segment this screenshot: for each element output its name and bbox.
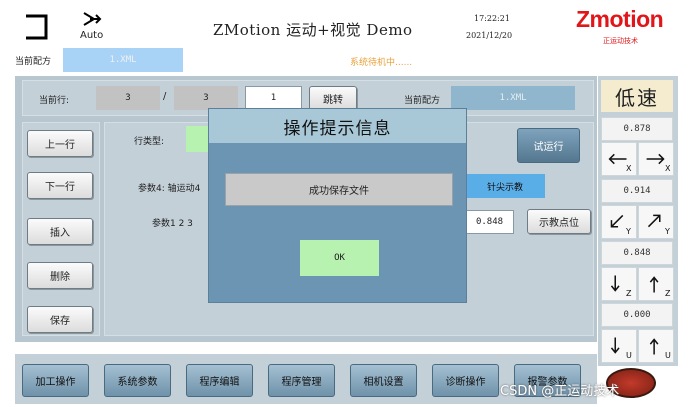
nav-diagnostics[interactable]: 诊断操作: [432, 364, 499, 397]
delete-line-button[interactable]: 删除: [27, 262, 93, 289]
jog-axis-label: Z: [626, 289, 632, 298]
program-recipe-label: 当前配方: [404, 96, 441, 106]
recipe-status-label: 当前配方: [15, 57, 52, 67]
jog-axis-label: U: [626, 351, 632, 360]
next-line-button[interactable]: 下一行: [27, 172, 93, 199]
x-position-value: 0.878: [601, 117, 673, 141]
y-position-value: 0.914: [601, 179, 673, 203]
z-position-value: 0.848: [601, 241, 673, 265]
recipe-status-field: 1.XML: [63, 48, 183, 72]
clock-time: 17:22:21: [474, 14, 510, 23]
jog-axis-label: Y: [626, 227, 631, 236]
header: Auto ZMotion 运动+视觉 Demo 17:22:21 2021/12…: [0, 0, 688, 46]
nav-program-edit[interactable]: 程序编辑: [186, 364, 253, 397]
dialog-title-bar: 操作提示信息: [209, 109, 466, 143]
total-lines-value: 3: [174, 86, 238, 110]
prev-line-button[interactable]: 上一行: [27, 130, 93, 157]
nav-camera-settings[interactable]: 相机设置: [350, 364, 417, 397]
nav-system-params[interactable]: 系统参数: [104, 364, 171, 397]
current-line-value: 3: [96, 86, 160, 110]
jog-z-plus-button[interactable]: Z: [638, 267, 674, 301]
jog-axis-label: Y: [665, 227, 670, 236]
brand-logo: Zmotion: [576, 6, 664, 32]
line-separator: /: [163, 91, 167, 102]
dialog: 操作提示信息 成功保存文件 OK: [208, 108, 467, 303]
teach-value-input[interactable]: 0.848: [465, 210, 514, 234]
exit-icon[interactable]: [22, 14, 50, 40]
jump-button[interactable]: 跳转: [309, 86, 357, 110]
app-title: ZMotion 运动+视觉 Demo: [213, 21, 413, 39]
dialog-message-box: 成功保存文件: [225, 173, 453, 206]
jog-x-minus-button[interactable]: X: [601, 142, 637, 176]
recipe-status-value: 1.XML: [109, 55, 137, 65]
params4-label: 参数4: 轴运动4: [138, 184, 201, 194]
speed-mode-label: 低速: [615, 85, 659, 110]
params-label: 参数1 2 3: [152, 219, 193, 229]
jog-axis-label: U: [665, 351, 671, 360]
jog-axis-label: X: [626, 164, 632, 173]
program-recipe-value: 1.XML: [499, 93, 527, 103]
teach-mode-button[interactable]: 针尖示教: [465, 174, 545, 198]
jog-x-plus-button[interactable]: X: [638, 142, 674, 176]
u-position-value: 0.000: [601, 303, 673, 327]
jog-axis-label: X: [665, 164, 671, 173]
auto-mode-label: Auto: [80, 30, 104, 41]
brand-subtitle: 正运动技术: [603, 37, 638, 45]
dialog-ok-label: OK: [334, 253, 345, 263]
dialog-title: 操作提示信息: [283, 118, 392, 139]
jog-u-minus-button[interactable]: U: [601, 329, 637, 363]
system-status-message: 系统待机中......: [350, 58, 413, 68]
watermark: CSDN @正运动技术: [500, 384, 620, 399]
teach-point-button[interactable]: 示教点位: [527, 209, 591, 234]
save-button[interactable]: 保存: [27, 306, 93, 333]
program-recipe-field: 1.XML: [451, 86, 575, 110]
nav-machining-operation[interactable]: 加工操作: [22, 364, 89, 397]
auto-mode-icon[interactable]: [80, 10, 104, 30]
dialog-message: 成功保存文件: [309, 186, 369, 197]
jog-u-plus-button[interactable]: U: [638, 329, 674, 363]
jog-axis-label: Z: [665, 289, 671, 298]
line-type-label: 行类型:: [134, 137, 165, 147]
speed-mode-button[interactable]: 低速: [601, 80, 673, 112]
test-run-button[interactable]: 试运行: [517, 128, 580, 163]
jog-y-minus-button[interactable]: Y: [601, 205, 637, 239]
insert-line-button[interactable]: 插入: [27, 218, 93, 245]
current-line-label: 当前行:: [39, 96, 70, 106]
clock-date: 2021/12/20: [466, 31, 513, 40]
jog-z-minus-button[interactable]: Z: [601, 267, 637, 301]
nav-program-manage[interactable]: 程序管理: [268, 364, 335, 397]
jump-line-input[interactable]: 1: [245, 86, 302, 110]
jog-y-plus-button[interactable]: Y: [638, 205, 674, 239]
dialog-ok-button[interactable]: OK: [300, 240, 379, 276]
